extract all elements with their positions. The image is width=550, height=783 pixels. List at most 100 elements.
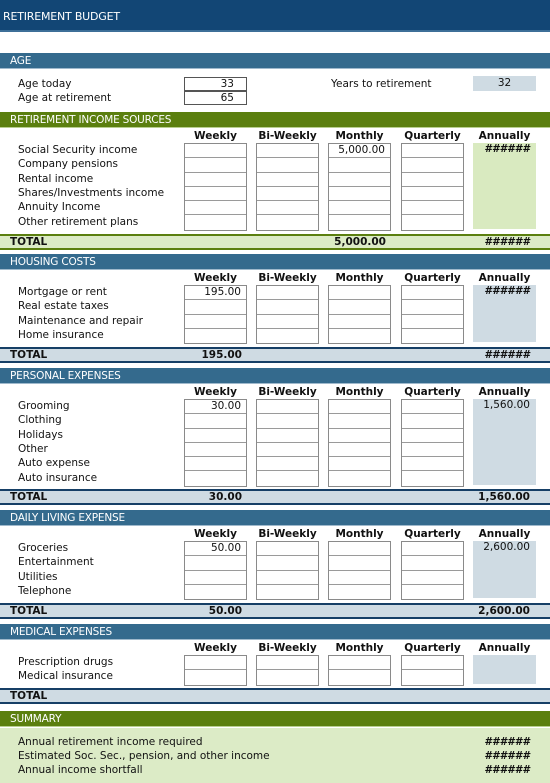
quarterly-input-cell[interactable] xyxy=(402,215,463,229)
weekly-input-cell[interactable] xyxy=(185,144,246,159)
monthly-input-cell[interactable] xyxy=(329,201,390,216)
total-label: TOTAL xyxy=(10,690,48,702)
quarterly-input-cell[interactable] xyxy=(402,414,463,429)
weekly-input-cell[interactable] xyxy=(185,556,246,571)
weekly-input-cell[interactable] xyxy=(185,315,246,329)
quarterly-input-cell[interactable] xyxy=(402,173,463,187)
monthly-input-cell[interactable] xyxy=(329,414,390,429)
biweekly-input-cell[interactable] xyxy=(257,144,318,159)
monthly-input-cell[interactable] xyxy=(329,300,390,315)
biweekly-input-cell[interactable] xyxy=(257,400,318,415)
quarterly-input-cell[interactable] xyxy=(402,329,463,343)
age-today-input[interactable]: 33 xyxy=(184,77,247,91)
section-daily-weekly-column: 50.00 xyxy=(184,541,247,601)
biweekly-input-cell[interactable] xyxy=(257,670,318,684)
age-retirement-input[interactable]: 65 xyxy=(184,91,247,105)
quarterly-input-cell[interactable] xyxy=(402,471,463,485)
biweekly-input-cell[interactable] xyxy=(257,429,318,443)
biweekly-input-cell[interactable] xyxy=(257,542,318,557)
biweekly-input-cell[interactable] xyxy=(257,201,318,216)
weekly-input-cell[interactable] xyxy=(185,471,246,485)
quarterly-input-cell[interactable] xyxy=(402,457,463,472)
biweekly-input-cell[interactable] xyxy=(257,585,318,599)
row-label: Shares/Investments income xyxy=(18,186,165,199)
monthly-input-cell[interactable] xyxy=(329,315,390,329)
weekly-input-cell[interactable] xyxy=(185,300,246,315)
monthly-input-cell[interactable] xyxy=(329,471,390,485)
monthly-input-cell[interactable] xyxy=(329,556,390,571)
weekly-input-cell[interactable] xyxy=(185,173,246,187)
quarterly-input-cell[interactable] xyxy=(402,300,463,315)
weekly-input-cell[interactable]: 30.00 xyxy=(185,400,246,415)
weekly-input-cell[interactable] xyxy=(185,585,246,599)
weekly-input-cell[interactable] xyxy=(185,201,246,216)
weekly-input-cell[interactable] xyxy=(185,329,246,343)
quarterly-input-cell[interactable] xyxy=(402,443,463,458)
monthly-input-cell[interactable] xyxy=(329,329,390,343)
biweekly-input-cell[interactable] xyxy=(257,286,318,301)
monthly-input-cell[interactable] xyxy=(329,173,390,187)
biweekly-input-cell[interactable] xyxy=(257,471,318,485)
quarterly-input-cell[interactable] xyxy=(402,286,463,301)
monthly-input-cell[interactable] xyxy=(329,542,390,557)
section-medical-monthly-column xyxy=(328,655,391,686)
quarterly-input-cell[interactable] xyxy=(402,201,463,216)
biweekly-input-cell[interactable] xyxy=(257,300,318,315)
weekly-input-cell[interactable] xyxy=(185,414,246,429)
biweekly-input-cell[interactable] xyxy=(257,414,318,429)
monthly-input-cell[interactable] xyxy=(329,585,390,599)
quarterly-input-cell[interactable] xyxy=(402,429,463,443)
monthly-input-cell[interactable] xyxy=(329,429,390,443)
quarterly-input-cell[interactable] xyxy=(402,542,463,557)
weekly-input-cell[interactable] xyxy=(185,429,246,443)
weekly-input-cell[interactable] xyxy=(185,571,246,585)
monthly-input-cell[interactable] xyxy=(329,443,390,458)
monthly-input-cell[interactable]: 5,000.00 xyxy=(329,144,390,159)
weekly-input-cell[interactable] xyxy=(185,457,246,472)
monthly-input-cell[interactable] xyxy=(329,670,390,684)
monthly-input-cell[interactable] xyxy=(329,187,390,202)
monthly-input-cell[interactable] xyxy=(329,286,390,301)
weekly-input-cell[interactable] xyxy=(185,215,246,229)
column-header-annually: Annually xyxy=(478,386,531,398)
biweekly-input-cell[interactable] xyxy=(257,173,318,187)
weekly-input-cell[interactable] xyxy=(185,443,246,458)
annually-value xyxy=(473,570,536,584)
quarterly-input-cell[interactable] xyxy=(402,656,463,671)
weekly-input-cell[interactable]: 50.00 xyxy=(185,542,246,557)
biweekly-input-cell[interactable] xyxy=(257,443,318,458)
quarterly-input-cell[interactable] xyxy=(402,187,463,202)
weekly-input-cell[interactable]: 195.00 xyxy=(185,286,246,301)
biweekly-input-cell[interactable] xyxy=(257,215,318,229)
quarterly-input-cell[interactable] xyxy=(402,556,463,571)
quarterly-input-cell[interactable] xyxy=(402,158,463,173)
monthly-input-cell[interactable] xyxy=(329,457,390,472)
weekly-input-cell[interactable] xyxy=(185,158,246,173)
row-label: Medical insurance xyxy=(18,670,113,683)
biweekly-input-cell[interactable] xyxy=(257,329,318,343)
biweekly-input-cell[interactable] xyxy=(257,656,318,671)
biweekly-input-cell[interactable] xyxy=(257,187,318,202)
quarterly-input-cell[interactable] xyxy=(402,315,463,329)
biweekly-input-cell[interactable] xyxy=(257,158,318,173)
quarterly-input-cell[interactable] xyxy=(402,144,463,159)
column-header-weekly: Weekly xyxy=(194,386,237,398)
weekly-input-cell[interactable] xyxy=(185,656,246,671)
weekly-input-cell[interactable] xyxy=(185,187,246,202)
weekly-input-cell[interactable] xyxy=(185,670,246,684)
monthly-input-cell[interactable] xyxy=(329,158,390,173)
biweekly-input-cell[interactable] xyxy=(257,571,318,585)
monthly-input-cell[interactable] xyxy=(329,215,390,229)
quarterly-input-cell[interactable] xyxy=(402,571,463,585)
biweekly-input-cell[interactable] xyxy=(257,556,318,571)
biweekly-input-cell[interactable] xyxy=(257,457,318,472)
quarterly-input-cell[interactable] xyxy=(402,670,463,684)
section-medical-biweekly-column xyxy=(256,655,319,686)
total-label: TOTAL xyxy=(10,349,48,361)
monthly-input-cell[interactable] xyxy=(329,656,390,671)
quarterly-input-cell[interactable] xyxy=(402,400,463,415)
monthly-input-cell[interactable] xyxy=(329,571,390,585)
monthly-input-cell[interactable] xyxy=(329,400,390,415)
biweekly-input-cell[interactable] xyxy=(257,315,318,329)
quarterly-input-cell[interactable] xyxy=(402,585,463,599)
